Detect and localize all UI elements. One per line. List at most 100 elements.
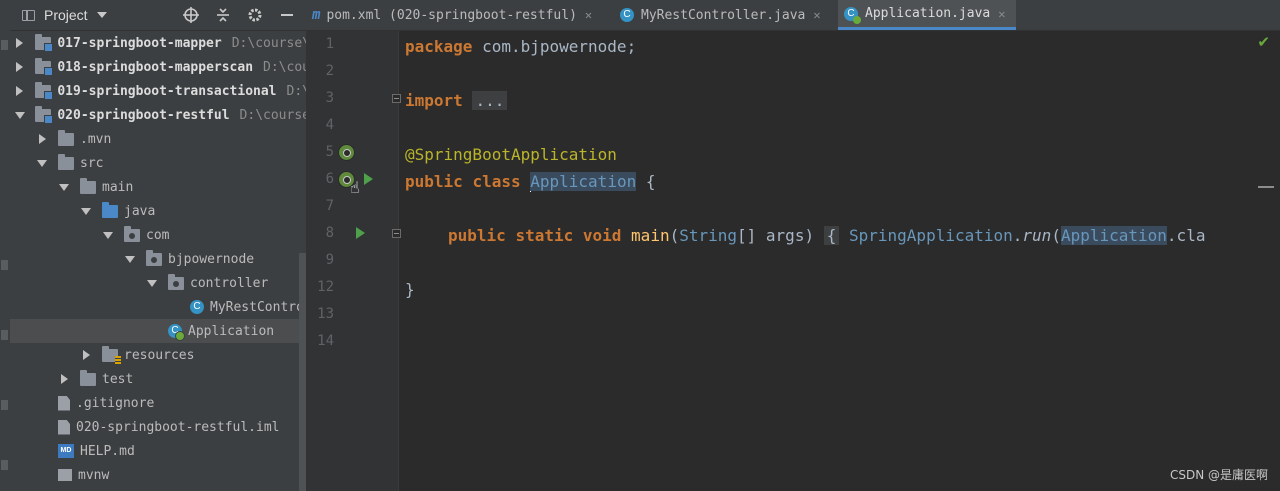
spring-bean-icon[interactable]: [338, 144, 355, 161]
tab-pom-xml[interactable]: m pom.xml (020-springboot-restful) ✕: [306, 0, 606, 30]
folder-icon: [80, 369, 96, 386]
chevron-down-icon[interactable]: [36, 160, 48, 167]
editor-gutter[interactable]: 1 2 3 4 5 6 7 8 9 12 13 14 ☝: [306, 31, 401, 491]
error-stripe-marker[interactable]: [1258, 186, 1274, 188]
tree-item-resources[interactable]: resources: [10, 343, 306, 367]
keyword: void: [582, 226, 622, 245]
folded-imports[interactable]: ...: [472, 91, 508, 110]
chevron-down-icon[interactable]: [146, 280, 158, 287]
tree-item-label: Application: [188, 323, 275, 339]
tree-item-label: 019-springboot-transactional: [57, 83, 277, 99]
method-call: run: [1022, 226, 1052, 245]
tab-application[interactable]: C Application.java ✕: [838, 0, 1016, 30]
tree-item-path: D:\cou: [263, 59, 306, 75]
code-line-13: }: [405, 276, 415, 303]
tree-item-mvnw[interactable]: mvnw: [10, 463, 306, 487]
tree-item-017-springboot-mapper[interactable]: 017-springboot-mapper D:\course\: [10, 31, 306, 55]
tool-strip-tab[interactable]: [1, 260, 8, 270]
package-icon: [146, 249, 162, 266]
keyword: class: [472, 172, 521, 191]
code-text: (: [669, 226, 680, 245]
java-class-icon: C: [620, 8, 634, 22]
code-line-7: public class Application {: [405, 168, 655, 195]
close-icon[interactable]: ✕: [998, 7, 1005, 21]
tree-item-src[interactable]: src: [10, 151, 306, 175]
chevron-down-icon[interactable]: [124, 256, 136, 263]
chevron-down-icon[interactable]: [58, 184, 70, 191]
tree-item-myrestcontroller[interactable]: C MyRestContro: [10, 295, 306, 319]
chevron-right-icon[interactable]: [58, 374, 70, 384]
run-icon[interactable]: [356, 227, 365, 239]
tool-strip-tab[interactable]: [1, 460, 8, 470]
collapse-all-icon[interactable]: [214, 7, 232, 23]
chevron-down-icon: [96, 12, 107, 18]
tree-item-controller[interactable]: controller: [10, 271, 306, 295]
chevron-right-icon[interactable]: [14, 38, 25, 48]
chevron-down-icon[interactable]: [14, 112, 25, 119]
resources-folder-icon: [102, 345, 121, 364]
gear-icon[interactable]: [246, 7, 264, 23]
inspection-ok-icon[interactable]: ✔: [1257, 33, 1270, 51]
spring-boot-class-icon: C: [844, 6, 861, 24]
module-folder-icon: [35, 81, 54, 100]
package-name: com.bjpowernode;: [472, 37, 637, 56]
code-line-6: @SpringBootApplication: [405, 141, 617, 168]
minimize-icon[interactable]: [278, 7, 296, 23]
target-icon[interactable]: [182, 7, 200, 23]
tool-strip-tab[interactable]: [1, 40, 8, 50]
tree-item-label: .mvn: [80, 131, 112, 147]
tool-strip-tab[interactable]: [1, 400, 8, 410]
close-icon[interactable]: ✕: [585, 8, 592, 22]
project-icon: [22, 9, 35, 21]
tree-item-help-md[interactable]: MD HELP.md: [10, 439, 306, 463]
markdown-file-icon: MD: [58, 444, 74, 458]
class-name: Application: [530, 172, 637, 191]
tree-item-label: 020-springboot-restful: [57, 107, 230, 123]
project-panel: Project 017-springboot-mapper D:\course\: [10, 0, 306, 491]
chevron-right-icon[interactable]: [36, 134, 48, 144]
tool-strip-tab[interactable]: [1, 330, 8, 340]
line-number: 7: [325, 198, 334, 214]
chevron-down-icon[interactable]: [102, 232, 114, 239]
run-icon[interactable]: [364, 173, 373, 185]
tab-myrestcontroller[interactable]: C MyRestController.java ✕: [614, 0, 834, 30]
tree-item-main[interactable]: main: [10, 175, 306, 199]
tree-item-java[interactable]: java: [10, 199, 306, 223]
tree-item-label: java: [124, 203, 156, 219]
fold-toggle-icon[interactable]: [392, 229, 401, 238]
tree-item-019-springboot-transactional[interactable]: 019-springboot-transactional D:\: [10, 79, 306, 103]
code-editor[interactable]: package com.bjpowernode; import ... @Spr…: [405, 31, 1280, 491]
close-icon[interactable]: ✕: [813, 8, 820, 22]
line-number: 3: [325, 90, 334, 106]
project-view-selector[interactable]: Project: [22, 7, 107, 23]
line-number: 6: [325, 171, 334, 187]
tree-item-label: com: [146, 227, 170, 243]
folded-brace[interactable]: {: [823, 226, 840, 245]
line-number: 12: [317, 279, 334, 295]
line-number: 2: [325, 63, 334, 79]
folder-icon: [80, 177, 96, 194]
project-scrollbar[interactable]: [299, 253, 306, 491]
tree-item-label: controller: [190, 275, 269, 291]
chevron-right-icon[interactable]: [14, 86, 25, 96]
tree-item-018-springboot-mapperscan[interactable]: 018-springboot-mapperscan D:\cou: [10, 55, 306, 79]
tree-item-bjpowernode[interactable]: bjpowernode: [10, 247, 306, 271]
chevron-right-icon[interactable]: [80, 350, 92, 360]
tree-item-iml[interactable]: 020-springboot-restful.iml: [10, 415, 306, 439]
tree-item-application[interactable]: C Application: [10, 319, 306, 343]
tree-item-020-springboot-restful[interactable]: 020-springboot-restful D:\course: [10, 103, 306, 127]
code-line-9: public static void main(String[] args) {…: [448, 222, 1205, 249]
tree-item-test[interactable]: test: [10, 367, 306, 391]
tree-item-com[interactable]: com: [10, 223, 306, 247]
tab-label: Application.java: [865, 6, 991, 21]
fold-toggle-icon[interactable]: [392, 94, 401, 103]
chevron-right-icon[interactable]: [14, 62, 25, 72]
chevron-down-icon[interactable]: [80, 208, 92, 215]
spring-boot-class-icon: C: [168, 324, 185, 341]
tree-item-gitignore[interactable]: .gitignore: [10, 391, 306, 415]
tab-label: MyRestController.java: [641, 7, 806, 23]
tree-item-mvn[interactable]: .mvn: [10, 127, 306, 151]
git-file-icon: [58, 395, 70, 411]
watermark: CSDN @是庸医啊: [1169, 468, 1268, 482]
tree-item-label: .gitignore: [76, 395, 155, 411]
